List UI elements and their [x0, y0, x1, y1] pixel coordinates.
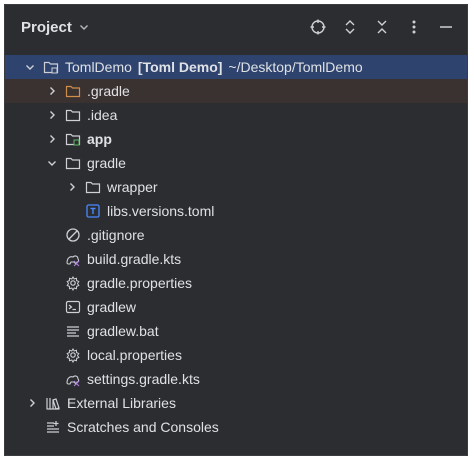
tree-node-idea[interactable]: .idea — [5, 103, 467, 127]
module-folder-icon — [43, 59, 59, 75]
tree-node-label: app — [87, 131, 112, 147]
minimize-icon[interactable] — [435, 16, 457, 38]
project-tree: TomlDemo [Toml Demo] ~/Desktop/TomlDemo … — [5, 55, 467, 439]
folder-icon — [85, 179, 101, 195]
collapse-all-icon[interactable] — [371, 16, 393, 38]
root-project-name: TomlDemo — [65, 59, 132, 75]
tree-node-label: gradle.properties — [87, 275, 193, 291]
chevron-down-icon[interactable] — [45, 156, 59, 170]
gradle-kotlin-file-icon — [65, 371, 81, 387]
tree-node-label: gradlew.bat — [87, 323, 159, 339]
tree-node-gradle[interactable]: gradle — [5, 151, 467, 175]
tree-node-gradle-properties[interactable]: gradle.properties — [5, 271, 467, 295]
more-options-icon[interactable] — [403, 16, 425, 38]
tree-node-libs-versions-toml[interactable]: libs.versions.toml — [5, 199, 467, 223]
tree-node-scratches-and-consoles[interactable]: Scratches and Consoles — [5, 415, 467, 439]
tree-node-label: .gradle — [87, 83, 130, 99]
tree-node-root-project[interactable]: TomlDemo [Toml Demo] ~/Desktop/TomlDemo — [5, 55, 467, 79]
chevron-right-icon[interactable] — [65, 180, 79, 194]
tool-window-title[interactable]: Project — [21, 19, 72, 36]
gradle-kotlin-file-icon — [65, 251, 81, 267]
header-actions — [307, 16, 457, 38]
folder-icon — [65, 107, 81, 123]
module-folder-icon — [65, 131, 81, 147]
tree-node-external-libraries[interactable]: External Libraries — [5, 391, 467, 415]
tree-node-label: libs.versions.toml — [107, 203, 215, 219]
tree-node-gradlew-bat[interactable]: gradlew.bat — [5, 319, 467, 343]
tree-node-label: External Libraries — [67, 395, 176, 411]
project-tool-window: Project TomlDemo [Toml Demo] ~/Desktop/T… — [4, 4, 468, 456]
tree-node-settings-gradle-kts[interactable]: settings.gradle.kts — [5, 367, 467, 391]
chevron-right-icon[interactable] — [45, 108, 59, 122]
chevron-down-icon[interactable] — [23, 60, 37, 74]
tree-node-label: build.gradle.kts — [87, 251, 182, 267]
tree-node-app[interactable]: app — [5, 127, 467, 151]
tree-node-label: local.properties — [87, 347, 182, 363]
folder-icon — [65, 155, 81, 171]
tree-node-local-properties[interactable]: local.properties — [5, 343, 467, 367]
properties-file-icon — [65, 275, 81, 291]
tree-node-label: .gitignore — [87, 227, 145, 243]
tree-node-label: settings.gradle.kts — [87, 371, 200, 387]
tree-node-build-gradle-kts[interactable]: build.gradle.kts — [5, 247, 467, 271]
tree-node-label: .idea — [87, 107, 118, 123]
locate-icon[interactable] — [307, 16, 329, 38]
chevron-right-icon[interactable] — [25, 396, 39, 410]
properties-file-icon — [65, 347, 81, 363]
tree-node-gitignore[interactable]: .gitignore — [5, 223, 467, 247]
tree-node-gradlew[interactable]: gradlew — [5, 295, 467, 319]
tree-node-label: gradle — [87, 155, 126, 171]
toml-file-icon — [85, 203, 101, 219]
text-file-icon — [65, 323, 81, 339]
scratches-icon — [45, 419, 61, 435]
chevron-right-icon[interactable] — [45, 132, 59, 146]
chevron-right-icon[interactable] — [45, 84, 59, 98]
root-module-name: [Toml Demo] — [137, 59, 223, 75]
shell-script-icon — [65, 299, 81, 315]
expand-all-icon[interactable] — [339, 16, 361, 38]
libraries-icon — [45, 395, 61, 411]
tree-node-label: gradlew — [87, 299, 137, 315]
root-project-path: ~/Desktop/TomlDemo — [228, 59, 363, 75]
tree-node-label: Scratches and Consoles — [67, 419, 219, 435]
tree-node-label: wrapper — [107, 179, 158, 195]
tool-window-header: Project — [5, 5, 467, 49]
tree-node-dot-gradle[interactable]: .gradle — [5, 79, 467, 103]
excluded-folder-icon — [65, 83, 81, 99]
ignore-file-icon — [65, 227, 81, 243]
tree-node-wrapper[interactable]: wrapper — [5, 175, 467, 199]
chevron-down-icon[interactable] — [78, 21, 90, 33]
